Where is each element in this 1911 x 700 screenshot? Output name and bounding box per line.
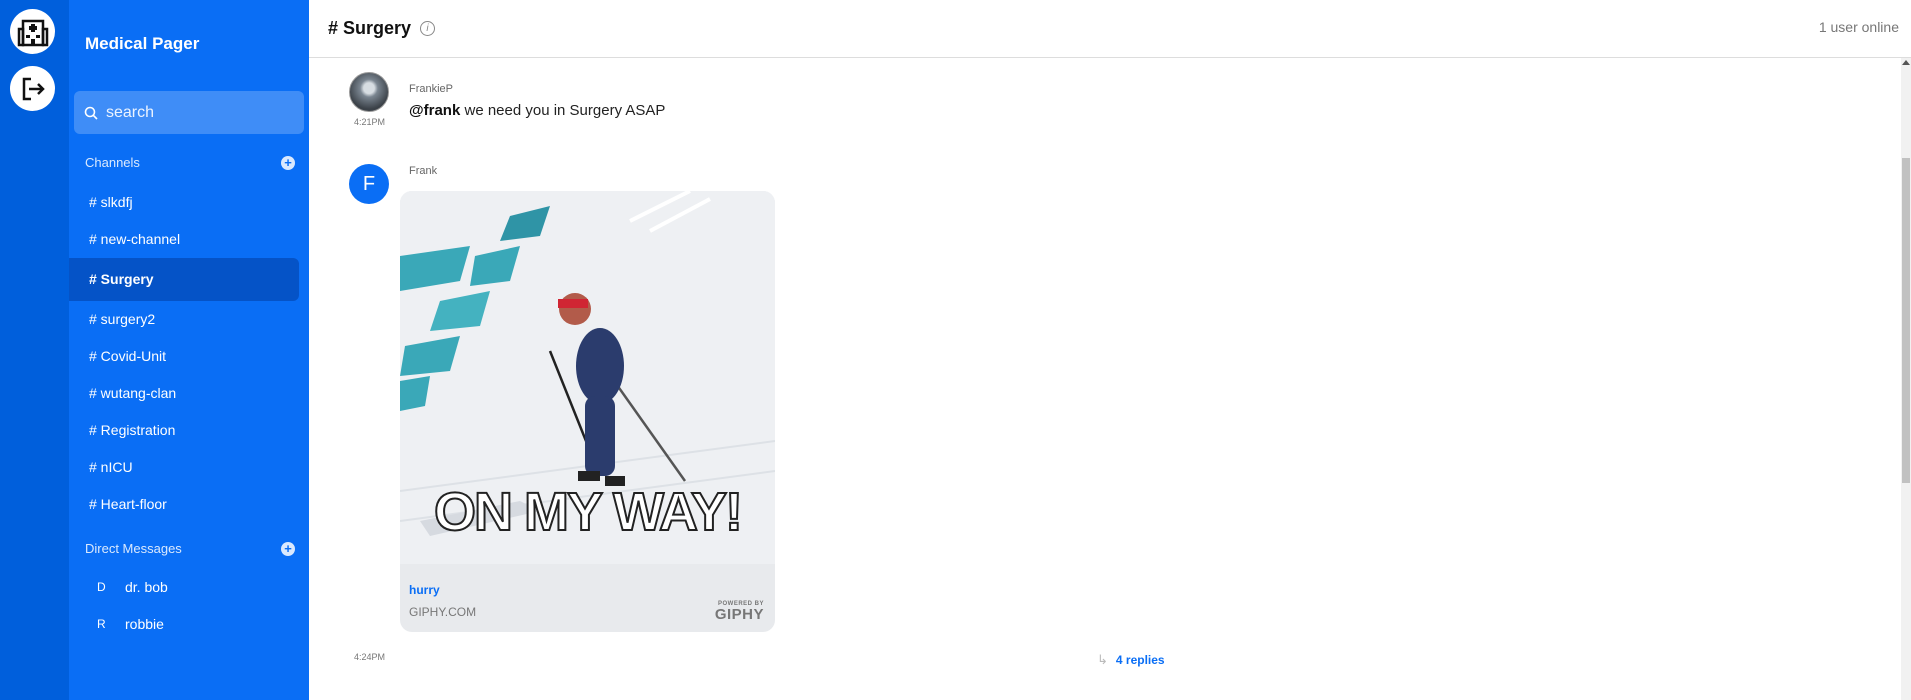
channel-header: # Surgery i 1 user online — [309, 0, 1911, 58]
giphy-logo: POWERED BY GIPHY — [715, 601, 764, 622]
add-dm-icon[interactable]: + — [281, 541, 295, 556]
hospital-icon[interactable] — [10, 9, 55, 54]
channel-item-active[interactable]: # Surgery — [69, 258, 299, 301]
app-rail — [0, 0, 69, 700]
dm-initial: D — [97, 579, 106, 594]
message-username[interactable]: FrankieP — [409, 83, 453, 95]
giphy-brand: GIPHY — [714, 606, 764, 623]
thread-replies-link[interactable]: ↳ 4 replies — [1097, 652, 1165, 668]
scroll-up-arrow-icon[interactable] — [1902, 60, 1910, 65]
online-count: 1 user online — [1818, 19, 1899, 35]
scrollbar-thumb[interactable] — [1902, 158, 1910, 483]
message-body: we need you in Surgery ASAP — [460, 102, 666, 119]
gif-attachment[interactable]: ON MY WAY! hurry GIPHY.COM POWERED BY GI… — [400, 191, 775, 632]
replies-count: 4 replies — [1115, 653, 1165, 667]
channel-list: # slkdfj # new-channel # Surgery # surge… — [69, 184, 309, 523]
scrollbar[interactable] — [1901, 58, 1911, 700]
dm-name: robbie — [125, 615, 164, 632]
team-name: Medical Pager — [85, 34, 200, 53]
channel-item[interactable]: # slkdfj — [69, 184, 309, 221]
gif-caption: ON MY WAY! — [433, 481, 744, 543]
channel-item[interactable]: # Covid-Unit — [69, 338, 309, 375]
message-time: 4:21PM — [354, 117, 386, 127]
dm-header: Direct Messages + — [85, 541, 295, 556]
logout-icon[interactable] — [10, 66, 55, 111]
dm-initial: R — [97, 616, 106, 631]
search-input[interactable] — [106, 103, 296, 122]
channel-item[interactable]: # wutang-clan — [69, 375, 309, 412]
search-box[interactable] — [74, 91, 304, 134]
mention[interactable]: @frank — [409, 102, 460, 119]
avatar[interactable]: F — [349, 164, 389, 204]
message-username[interactable]: Frank — [409, 165, 437, 177]
gif-title-link[interactable]: hurry — [409, 583, 440, 597]
add-channel-icon[interactable]: + — [281, 155, 295, 170]
channel-item[interactable]: # nICU — [69, 449, 309, 486]
gif-image[interactable]: ON MY WAY! — [400, 191, 775, 564]
channel-item[interactable]: # surgery2 — [69, 301, 309, 338]
gif-source: GIPHY.COM — [409, 605, 477, 619]
dm-item[interactable]: R robbie — [69, 605, 309, 642]
dm-list: D dr. bob R robbie — [69, 568, 309, 642]
channel-item[interactable]: # Registration — [69, 412, 309, 449]
dm-item[interactable]: D dr. bob — [69, 568, 309, 605]
sidebar: Medical Pager Channels + # slkdfj # new-… — [69, 0, 309, 700]
search-icon — [84, 106, 98, 120]
channels-header: Channels + — [85, 155, 295, 170]
channels-label: Channels — [85, 155, 140, 170]
channel-title: # Surgery — [328, 18, 412, 38]
dm-label: Direct Messages — [85, 541, 182, 556]
message-text: @frank we need you in Surgery ASAP — [409, 102, 665, 119]
reply-arrow-icon: ↳ — [1097, 652, 1108, 667]
dm-name: dr. bob — [125, 578, 168, 595]
channel-item[interactable]: # new-channel — [69, 221, 309, 258]
message-time: 4:24PM — [354, 652, 386, 662]
channel-item[interactable]: # Heart-floor — [69, 486, 309, 523]
info-icon[interactable]: i — [420, 21, 436, 36]
avatar[interactable] — [349, 72, 389, 112]
message-list: FrankieP 4:21PM @frank we need you in Su… — [309, 58, 1901, 700]
